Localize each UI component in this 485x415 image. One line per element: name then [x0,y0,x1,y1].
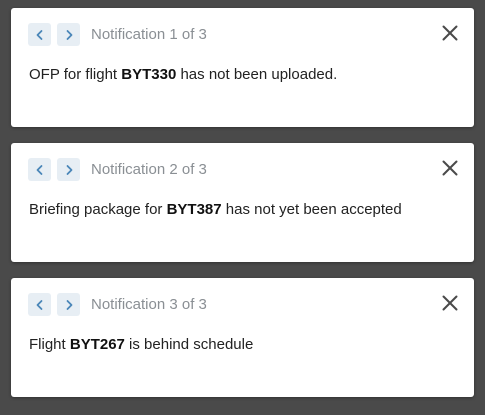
notification-card: Notification 2 of 3 Briefing package for… [11,143,474,262]
next-notification-button[interactable] [57,293,80,316]
notification-card: Notification 3 of 3 Flight BYT267 is beh… [11,278,474,397]
message-text-before: OFP for flight [29,66,122,83]
next-notification-button[interactable] [57,158,80,181]
flight-number: BYT387 [166,201,222,218]
message-text-after: has not yet been accepted [221,201,402,218]
flight-number: BYT330 [121,66,177,83]
notification-message: Briefing package for BYT387 has not yet … [29,200,402,219]
flight-number: BYT267 [69,336,125,353]
chevron-left-icon [36,164,42,175]
chevron-left-icon [36,299,42,310]
chevron-left-icon [36,29,42,40]
chevron-right-icon [66,164,72,175]
message-text-after: has not been uploaded. [176,66,338,83]
message-text-before: Flight [29,336,70,353]
message-text-after: is behind schedule [124,336,254,353]
close-notification-button[interactable] [440,293,460,313]
close-notification-button[interactable] [440,23,460,43]
next-notification-button[interactable] [57,23,80,46]
previous-notification-button[interactable] [28,23,51,46]
close-icon [442,160,458,176]
close-notification-button[interactable] [440,158,460,178]
close-icon [442,295,458,311]
notification-counter: Notification 1 of 3 [91,26,207,43]
previous-notification-button[interactable] [28,158,51,181]
close-icon [442,25,458,41]
previous-notification-button[interactable] [28,293,51,316]
chevron-right-icon [66,29,72,40]
notification-counter: Notification 2 of 3 [91,161,207,178]
notification-message: Flight BYT267 is behind schedule [29,335,253,354]
notification-card: Notification 1 of 3 OFP for flight BYT33… [11,8,474,127]
message-text-before: Briefing package for [29,201,167,218]
notification-message: OFP for flight BYT330 has not been uploa… [29,65,337,84]
chevron-right-icon [66,299,72,310]
notification-counter: Notification 3 of 3 [91,296,207,313]
